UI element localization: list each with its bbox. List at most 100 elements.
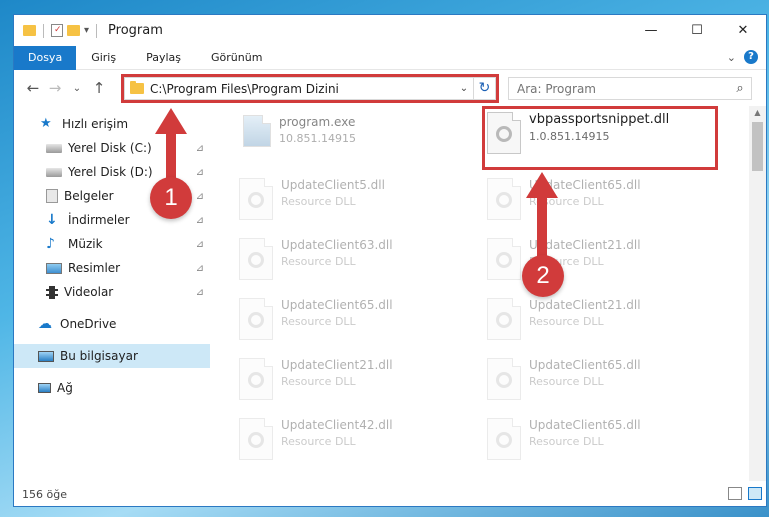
close-button[interactable]: ✕ bbox=[720, 15, 766, 46]
computer-icon bbox=[38, 350, 54, 362]
pin-icon[interactable]: ⊿ bbox=[196, 215, 204, 226]
sidebar-item-label: Yerel Disk (D:) bbox=[68, 165, 153, 179]
dll-file-icon bbox=[487, 238, 521, 280]
scrollbar-thumb[interactable] bbox=[752, 122, 763, 171]
documents-icon bbox=[46, 189, 58, 203]
file-version: 10.851.14915 bbox=[279, 132, 356, 145]
list-item[interactable]: program.exe 10.851.14915 bbox=[243, 115, 356, 147]
list-item[interactable]: UpdateClient63.dll Resource DLL bbox=[239, 238, 393, 280]
download-icon: ↓ bbox=[46, 212, 58, 228]
tab-file[interactable]: Dosya bbox=[14, 45, 77, 70]
search-icon[interactable]: ⌕ bbox=[729, 81, 751, 96]
address-highlight-box bbox=[121, 74, 499, 103]
recent-locations-button[interactable]: ⌄ bbox=[66, 83, 88, 94]
exe-file-icon bbox=[243, 115, 271, 147]
sidebar-item-label: OneDrive bbox=[60, 317, 117, 331]
pin-icon[interactable]: ⊿ bbox=[196, 287, 204, 298]
file-description: Resource DLL bbox=[281, 195, 356, 208]
file-list: program.exe 10.851.14915 vbpassportsnipp… bbox=[210, 106, 751, 481]
file-description: Resource DLL bbox=[281, 435, 356, 448]
help-icon[interactable]: ? bbox=[744, 50, 758, 64]
sidebar-item-label: İndirmeler bbox=[68, 213, 130, 227]
file-name: UpdateClient42.dll bbox=[281, 418, 393, 432]
file-name: UpdateClient65.dll bbox=[281, 298, 393, 312]
step-badge-2: 2 bbox=[522, 255, 564, 297]
scroll-up-icon[interactable]: ▲ bbox=[749, 108, 766, 117]
file-name: UpdateClient5.dll bbox=[281, 178, 385, 192]
file-description: Resource DLL bbox=[281, 315, 356, 328]
drive-icon bbox=[46, 143, 62, 153]
folder-icon bbox=[23, 25, 36, 36]
dll-file-icon bbox=[239, 238, 273, 280]
file-name: UpdateClient63.dll bbox=[281, 238, 393, 252]
sidebar-item-label: Videolar bbox=[64, 285, 114, 299]
list-item[interactable]: UpdateClient21.dll Resource DLL bbox=[239, 358, 393, 400]
window-controls: — ☐ ✕ bbox=[628, 15, 766, 46]
sidebar-item-music[interactable]: ♪ Müzik ⊿ bbox=[14, 232, 210, 256]
star-icon: ★ bbox=[40, 116, 52, 131]
step-badge-1: 1 bbox=[150, 177, 192, 219]
status-bar: 156 öğe bbox=[14, 481, 766, 506]
list-item[interactable]: UpdateClient65.dll Resource DLL bbox=[487, 358, 641, 400]
file-highlight-box bbox=[482, 106, 718, 170]
pin-icon[interactable]: ⊿ bbox=[196, 143, 204, 154]
quick-access-toolbar: ✓ ▾ bbox=[14, 23, 100, 38]
new-folder-icon[interactable] bbox=[67, 25, 80, 36]
tab-view[interactable]: Görünüm bbox=[196, 46, 277, 70]
sidebar-item-network[interactable]: Ağ bbox=[14, 376, 210, 400]
cloud-icon: ☁ bbox=[38, 316, 52, 332]
list-item[interactable]: UpdateClient5.dll Resource DLL bbox=[239, 178, 385, 220]
file-name: UpdateClient21.dll bbox=[281, 358, 393, 372]
drive-icon bbox=[46, 167, 62, 177]
file-description: Resource DLL bbox=[529, 435, 604, 448]
music-icon: ♪ bbox=[46, 236, 55, 252]
details-view-icon[interactable] bbox=[728, 487, 742, 500]
vertical-scrollbar[interactable]: ▲ bbox=[749, 106, 766, 481]
ribbon-right: ⌄ ? bbox=[727, 50, 758, 64]
list-item[interactable]: UpdateClient65.dll Resource DLL bbox=[239, 298, 393, 340]
minimize-button[interactable]: — bbox=[628, 15, 674, 46]
tab-share[interactable]: Paylaş bbox=[131, 46, 196, 70]
sidebar-item-videos[interactable]: Videolar ⊿ bbox=[14, 280, 210, 304]
list-item[interactable]: UpdateClient65.dll Resource DLL bbox=[487, 178, 641, 220]
divider bbox=[96, 23, 98, 38]
sidebar-item-this-pc[interactable]: Bu bilgisayar bbox=[14, 344, 210, 368]
dll-file-icon bbox=[239, 358, 273, 400]
search-box[interactable]: ⌕ bbox=[508, 77, 752, 100]
properties-icon[interactable]: ✓ bbox=[51, 24, 63, 37]
file-name: UpdateClient65.dll bbox=[529, 418, 641, 432]
tab-home[interactable]: Giriş bbox=[76, 46, 131, 70]
back-button[interactable]: ← bbox=[22, 79, 44, 97]
item-count: 156 öğe bbox=[22, 488, 67, 501]
expand-ribbon-icon[interactable]: ⌄ bbox=[727, 51, 736, 64]
network-icon bbox=[38, 383, 51, 393]
maximize-button[interactable]: ☐ bbox=[674, 15, 720, 46]
sidebar-item-onedrive[interactable]: ☁ OneDrive bbox=[14, 312, 210, 336]
file-name: UpdateClient21.dll bbox=[529, 298, 641, 312]
pin-icon[interactable]: ⊿ bbox=[196, 191, 204, 202]
customize-toolbar-icon[interactable]: ▾ bbox=[84, 25, 89, 36]
dll-file-icon bbox=[487, 298, 521, 340]
list-item[interactable]: UpdateClient42.dll Resource DLL bbox=[239, 418, 393, 460]
file-description: Resource DLL bbox=[529, 315, 604, 328]
divider bbox=[43, 23, 44, 38]
pin-icon[interactable]: ⊿ bbox=[196, 263, 204, 274]
large-icons-view-icon[interactable] bbox=[748, 487, 762, 500]
dll-file-icon bbox=[487, 358, 521, 400]
sidebar-item-label: Resimler bbox=[68, 261, 121, 275]
up-button[interactable]: ↑ bbox=[88, 79, 110, 97]
list-item[interactable]: UpdateClient21.dll Resource DLL bbox=[487, 298, 641, 340]
file-description: Resource DLL bbox=[529, 375, 604, 388]
file-description: Resource DLL bbox=[281, 255, 356, 268]
file-description: Resource DLL bbox=[281, 375, 356, 388]
navigation-bar: ← → ⌄ ↑ C:\Program Files\Program Dizini … bbox=[14, 70, 766, 106]
search-input[interactable] bbox=[517, 81, 729, 96]
sidebar-item-label: Bu bilgisayar bbox=[60, 349, 138, 363]
sidebar-item-pictures[interactable]: Resimler ⊿ bbox=[14, 256, 210, 280]
forward-button[interactable]: → bbox=[44, 79, 66, 97]
pin-icon[interactable]: ⊿ bbox=[196, 239, 204, 250]
sidebar-item-label: Belgeler bbox=[64, 189, 114, 203]
view-toggles bbox=[728, 487, 762, 500]
list-item[interactable]: UpdateClient65.dll Resource DLL bbox=[487, 418, 641, 460]
pin-icon[interactable]: ⊿ bbox=[196, 167, 204, 178]
